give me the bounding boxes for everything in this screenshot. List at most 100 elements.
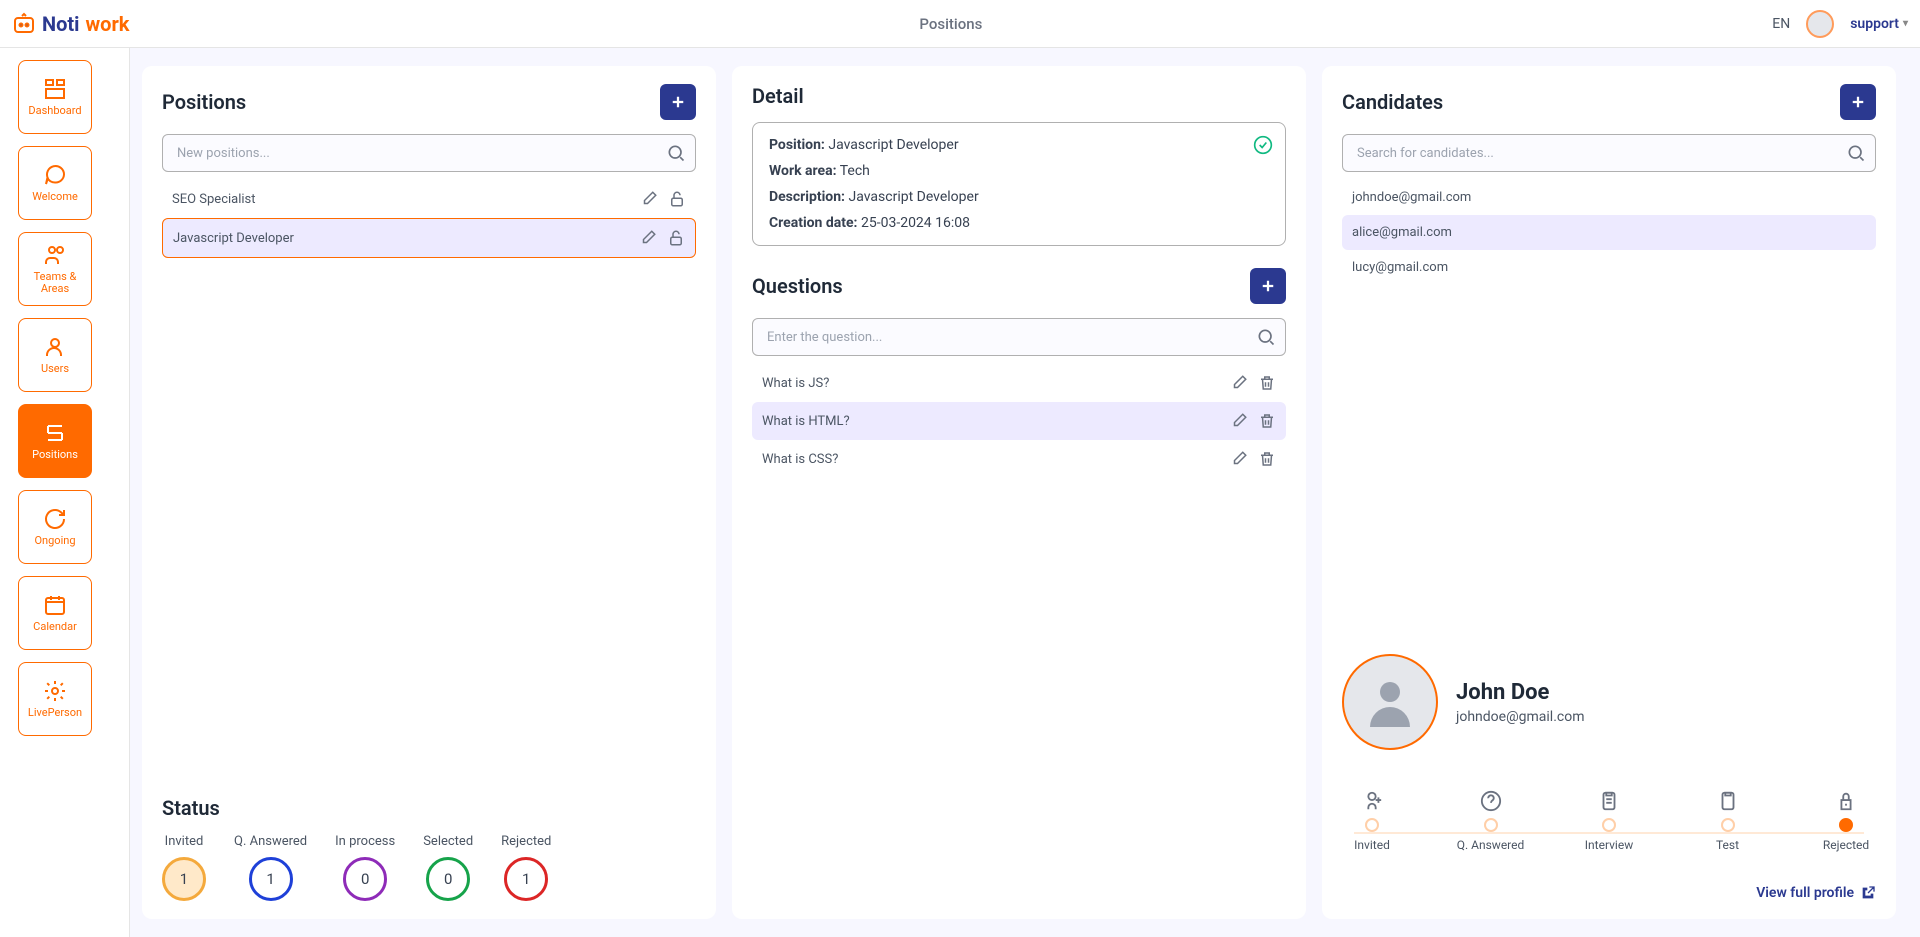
lock-open-icon[interactable] — [667, 229, 685, 247]
sidebar-item-liveperson[interactable]: LivePerson — [18, 662, 92, 736]
detail-panel: Detail Position: Javascript Developer Wo… — [732, 66, 1306, 919]
position-label: Javascript Developer — [173, 231, 294, 246]
edit-icon[interactable] — [639, 229, 657, 247]
stage-dot — [1602, 818, 1616, 832]
lock-open-icon[interactable] — [668, 190, 686, 208]
status-circle: 1 — [504, 857, 548, 901]
stage[interactable]: Q. Answered — [1461, 790, 1521, 852]
status-label: Selected — [423, 834, 473, 849]
gear-icon — [43, 679, 67, 703]
stage[interactable]: Rejected — [1816, 790, 1876, 852]
add-candidate-button[interactable] — [1840, 84, 1876, 120]
logo[interactable]: Notiwork — [12, 12, 129, 36]
question-row[interactable]: What is JS? — [752, 364, 1286, 402]
logo-text-1: Noti — [42, 12, 79, 36]
edit-icon[interactable] — [1230, 450, 1248, 468]
trash-icon[interactable] — [1258, 450, 1276, 468]
status-item[interactable]: Rejected 1 — [501, 834, 551, 901]
detail-area-val: Tech — [840, 163, 870, 179]
detail-desc-val: Javascript Developer — [848, 189, 978, 205]
add-question-button[interactable] — [1250, 268, 1286, 304]
positions-icon — [43, 421, 67, 445]
question-label: What is HTML? — [762, 414, 850, 429]
sidebar-item-calendar[interactable]: Calendar — [18, 576, 92, 650]
candidates-title: Candidates — [1342, 90, 1443, 114]
status-item[interactable]: Invited 1 — [162, 834, 206, 901]
edit-icon[interactable] — [1230, 374, 1248, 392]
language-selector[interactable]: EN — [1772, 16, 1790, 32]
sidebar-label: Teams & Areas — [19, 271, 91, 295]
avatar-small[interactable] — [1806, 10, 1834, 38]
stage-dot — [1839, 818, 1853, 832]
stage-label: Rejected — [1823, 838, 1869, 852]
sidebar: Dashboard Welcome Teams & Areas Users Po… — [0, 48, 130, 937]
positions-search — [162, 134, 696, 172]
add-position-button[interactable] — [660, 84, 696, 120]
detail-date-lab: Creation date: — [769, 215, 858, 231]
position-row[interactable]: SEO Specialist — [162, 180, 696, 218]
status-label: Rejected — [501, 834, 551, 849]
stage[interactable]: Invited — [1342, 790, 1402, 852]
status-label: Invited — [165, 834, 204, 849]
sidebar-label: LivePerson — [28, 707, 82, 719]
profile-email: johndoe@gmail.com — [1456, 709, 1585, 725]
view-profile-label: View full profile — [1756, 885, 1854, 901]
trash-icon[interactable] — [1258, 374, 1276, 392]
stage-icon — [1717, 790, 1739, 812]
stage[interactable]: Interview — [1579, 790, 1639, 852]
trash-icon[interactable] — [1258, 412, 1276, 430]
sidebar-item-positions[interactable]: Positions — [18, 404, 92, 478]
candidate-profile: John Doe johndoe@gmail.com Invited Q. An… — [1342, 654, 1876, 901]
status-label: In process — [335, 834, 395, 849]
stage-dot — [1365, 818, 1379, 832]
question-row[interactable]: What is HTML? — [752, 402, 1286, 440]
detail-date-val: 25-03-2024 16:08 — [861, 215, 970, 231]
sidebar-item-teams[interactable]: Teams & Areas — [18, 232, 92, 306]
status-item[interactable]: Selected 0 — [423, 834, 473, 901]
plus-icon — [1849, 93, 1867, 111]
candidate-row[interactable]: lucy@gmail.com — [1342, 250, 1876, 285]
sidebar-label: Dashboard — [28, 105, 81, 117]
detail-desc-lab: Description: — [769, 189, 845, 205]
user-icon — [43, 335, 67, 359]
candidates-search-input[interactable] — [1342, 134, 1876, 172]
view-profile-link[interactable]: View full profile — [1756, 885, 1876, 901]
topbar-right: EN support — [1772, 10, 1908, 38]
stage[interactable]: Test — [1698, 790, 1758, 852]
profile-name: John Doe — [1456, 680, 1585, 705]
question-row[interactable]: What is CSS? — [752, 440, 1286, 478]
candidate-row[interactable]: alice@gmail.com — [1342, 215, 1876, 250]
candidate-label: alice@gmail.com — [1352, 225, 1452, 240]
logo-text-2: work — [85, 12, 129, 36]
detail-title: Detail — [752, 84, 804, 108]
sidebar-item-welcome[interactable]: Welcome — [18, 146, 92, 220]
positions-search-input[interactable] — [162, 134, 696, 172]
sidebar-item-users[interactable]: Users — [18, 318, 92, 392]
user-name-label: support — [1850, 16, 1899, 32]
sidebar-item-dashboard[interactable]: Dashboard — [18, 60, 92, 134]
status-item[interactable]: In process 0 — [335, 834, 395, 901]
candidates-panel: Candidates johndoe@gmail.com alice@gmail.… — [1322, 66, 1896, 919]
edit-icon[interactable] — [1230, 412, 1248, 430]
edit-icon[interactable] — [640, 190, 658, 208]
sidebar-label: Users — [41, 363, 69, 375]
plus-icon — [1259, 277, 1277, 295]
user-menu[interactable]: support — [1850, 16, 1908, 32]
detail-pos-lab: Position: — [769, 137, 825, 153]
dashboard-icon — [43, 77, 67, 101]
team-icon — [43, 243, 67, 267]
candidate-row[interactable]: johndoe@gmail.com — [1342, 180, 1876, 215]
status-item[interactable]: Q. Answered 1 — [234, 834, 307, 901]
candidates-search — [1342, 134, 1876, 172]
candidate-label: johndoe@gmail.com — [1352, 190, 1471, 205]
stage-dot — [1721, 818, 1735, 832]
external-icon — [1860, 885, 1876, 901]
sidebar-item-ongoing[interactable]: Ongoing — [18, 490, 92, 564]
stage-label: Interview — [1585, 838, 1633, 852]
position-row[interactable]: Javascript Developer — [162, 218, 696, 258]
status-circle: 0 — [426, 857, 470, 901]
questions-search — [752, 318, 1286, 356]
stage-icon — [1835, 790, 1857, 812]
calendar-icon — [43, 593, 67, 617]
questions-search-input[interactable] — [752, 318, 1286, 356]
